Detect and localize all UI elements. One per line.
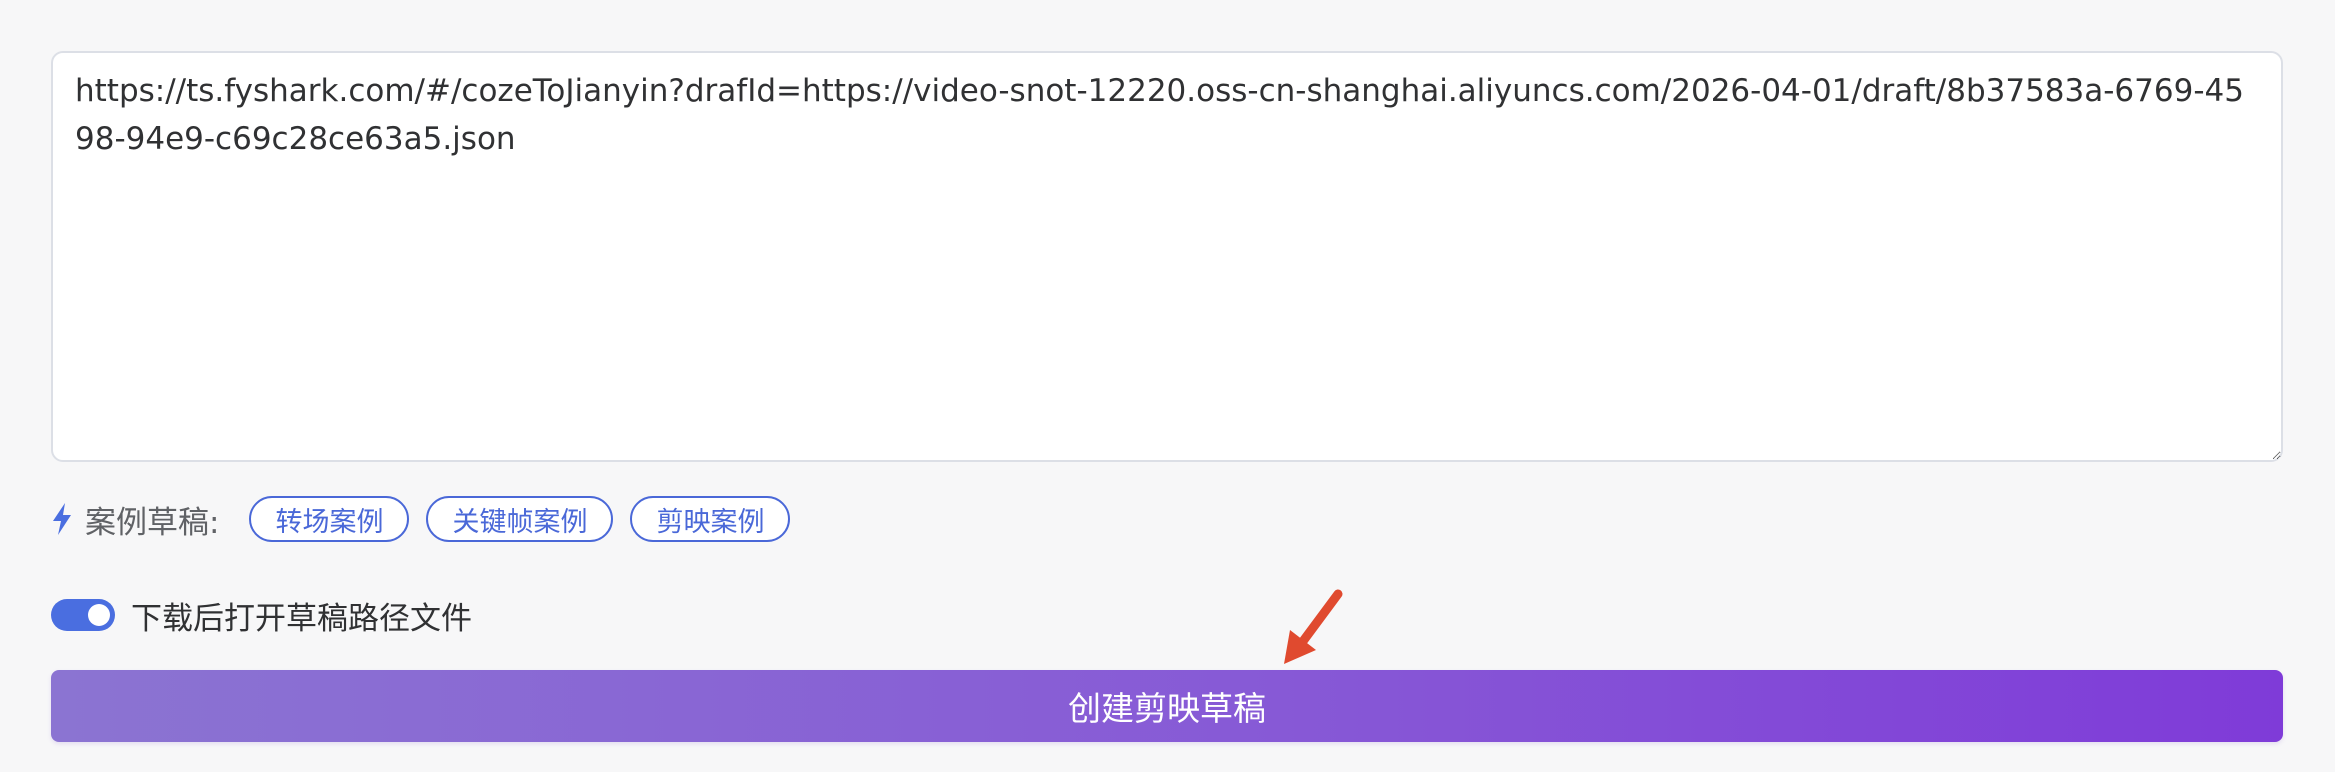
create-jianying-draft-button[interactable]: 创建剪映草稿: [51, 670, 2283, 742]
sample-tag-jianying[interactable]: 剪映案例: [630, 496, 791, 542]
open-after-download-toggle[interactable]: [51, 599, 115, 631]
open-after-download-row: 下载后打开草稿路径文件: [51, 591, 472, 639]
toggle-knob: [88, 604, 110, 626]
sample-tag-transition[interactable]: 转场案例: [249, 496, 410, 542]
sample-tag-keyframe[interactable]: 关键帧案例: [426, 496, 614, 542]
lightning-bolt-icon: [53, 503, 71, 535]
draft-url-textarea[interactable]: [51, 51, 2283, 462]
open-after-download-label: 下载后打开草稿路径文件: [131, 600, 472, 637]
sample-drafts-row: 案例草稿: 转场案例 关键帧案例 剪映案例: [51, 495, 807, 543]
red-arrow-icon: [1284, 589, 1343, 664]
sample-drafts-label: 案例草稿:: [85, 504, 220, 541]
